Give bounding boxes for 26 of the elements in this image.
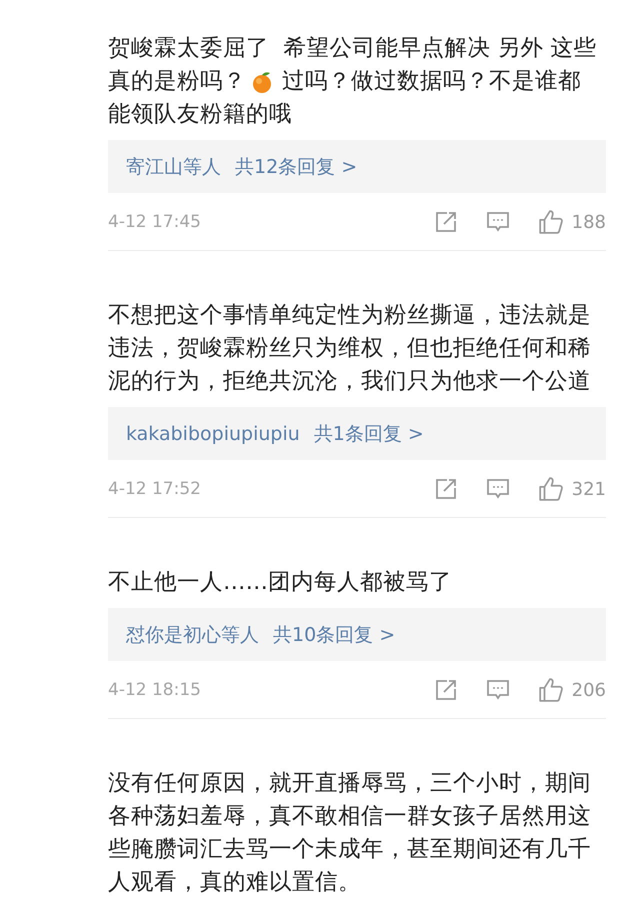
comment-time: 4-12 17:45: [108, 212, 201, 232]
comment-text: 过吗？做过数据吗？不是谁都: [282, 67, 581, 96]
comment-time: 4-12 17:52: [108, 479, 201, 499]
comment-text: 不止他一人……团内每人都被骂了: [108, 568, 452, 597]
comment-time: 4-12 18:15: [108, 680, 201, 700]
thumbs-up-icon[interactable]: [538, 209, 564, 235]
like-count: 188: [572, 212, 606, 232]
share-icon[interactable]: [434, 210, 458, 234]
thumbs-up-icon[interactable]: [538, 476, 564, 502]
comment-icon[interactable]: [486, 678, 510, 702]
fruit-icon: [250, 70, 274, 94]
comment-text: 真的是粉吗？: [108, 67, 246, 96]
share-icon[interactable]: [434, 678, 458, 702]
comment-text: 没有任何原因，就开直播辱骂，三个小时，期间各种荡妇羞辱，真不敢相信一群女孩子居然用这些腌臜词汇去骂一个未成年，甚至期间还有几千人观看，真的难以置信。: [108, 769, 592, 897]
comment-icon[interactable]: [486, 210, 510, 234]
share-icon[interactable]: [434, 477, 458, 501]
replies-box[interactable]: 寄江山等人 共12条回复 >: [108, 140, 606, 193]
like-count: 321: [572, 478, 606, 500]
comment-text: 能领队友粉籍的哦: [108, 100, 292, 129]
like-count: 206: [572, 680, 606, 700]
comment-icon[interactable]: [486, 477, 510, 501]
comment-text: 贺峻霖太委屈了 希望公司能早点解决 另外 这些: [108, 34, 597, 63]
replies-box[interactable]: 怼你是初心等人 共10条回复 >: [108, 608, 606, 661]
thumbs-up-icon[interactable]: [538, 677, 564, 703]
comment-text: 不想把这个事情单纯定性为粉丝撕逼，违法就是违法，贺峻霖粉丝只为维权，但也拒绝任何和稀泥的行为，拒绝共沉沦，我们只为他求一个公道: [108, 301, 592, 396]
replies-box[interactable]: kakabibopiupiupiu 共1条回复 >: [108, 407, 606, 460]
